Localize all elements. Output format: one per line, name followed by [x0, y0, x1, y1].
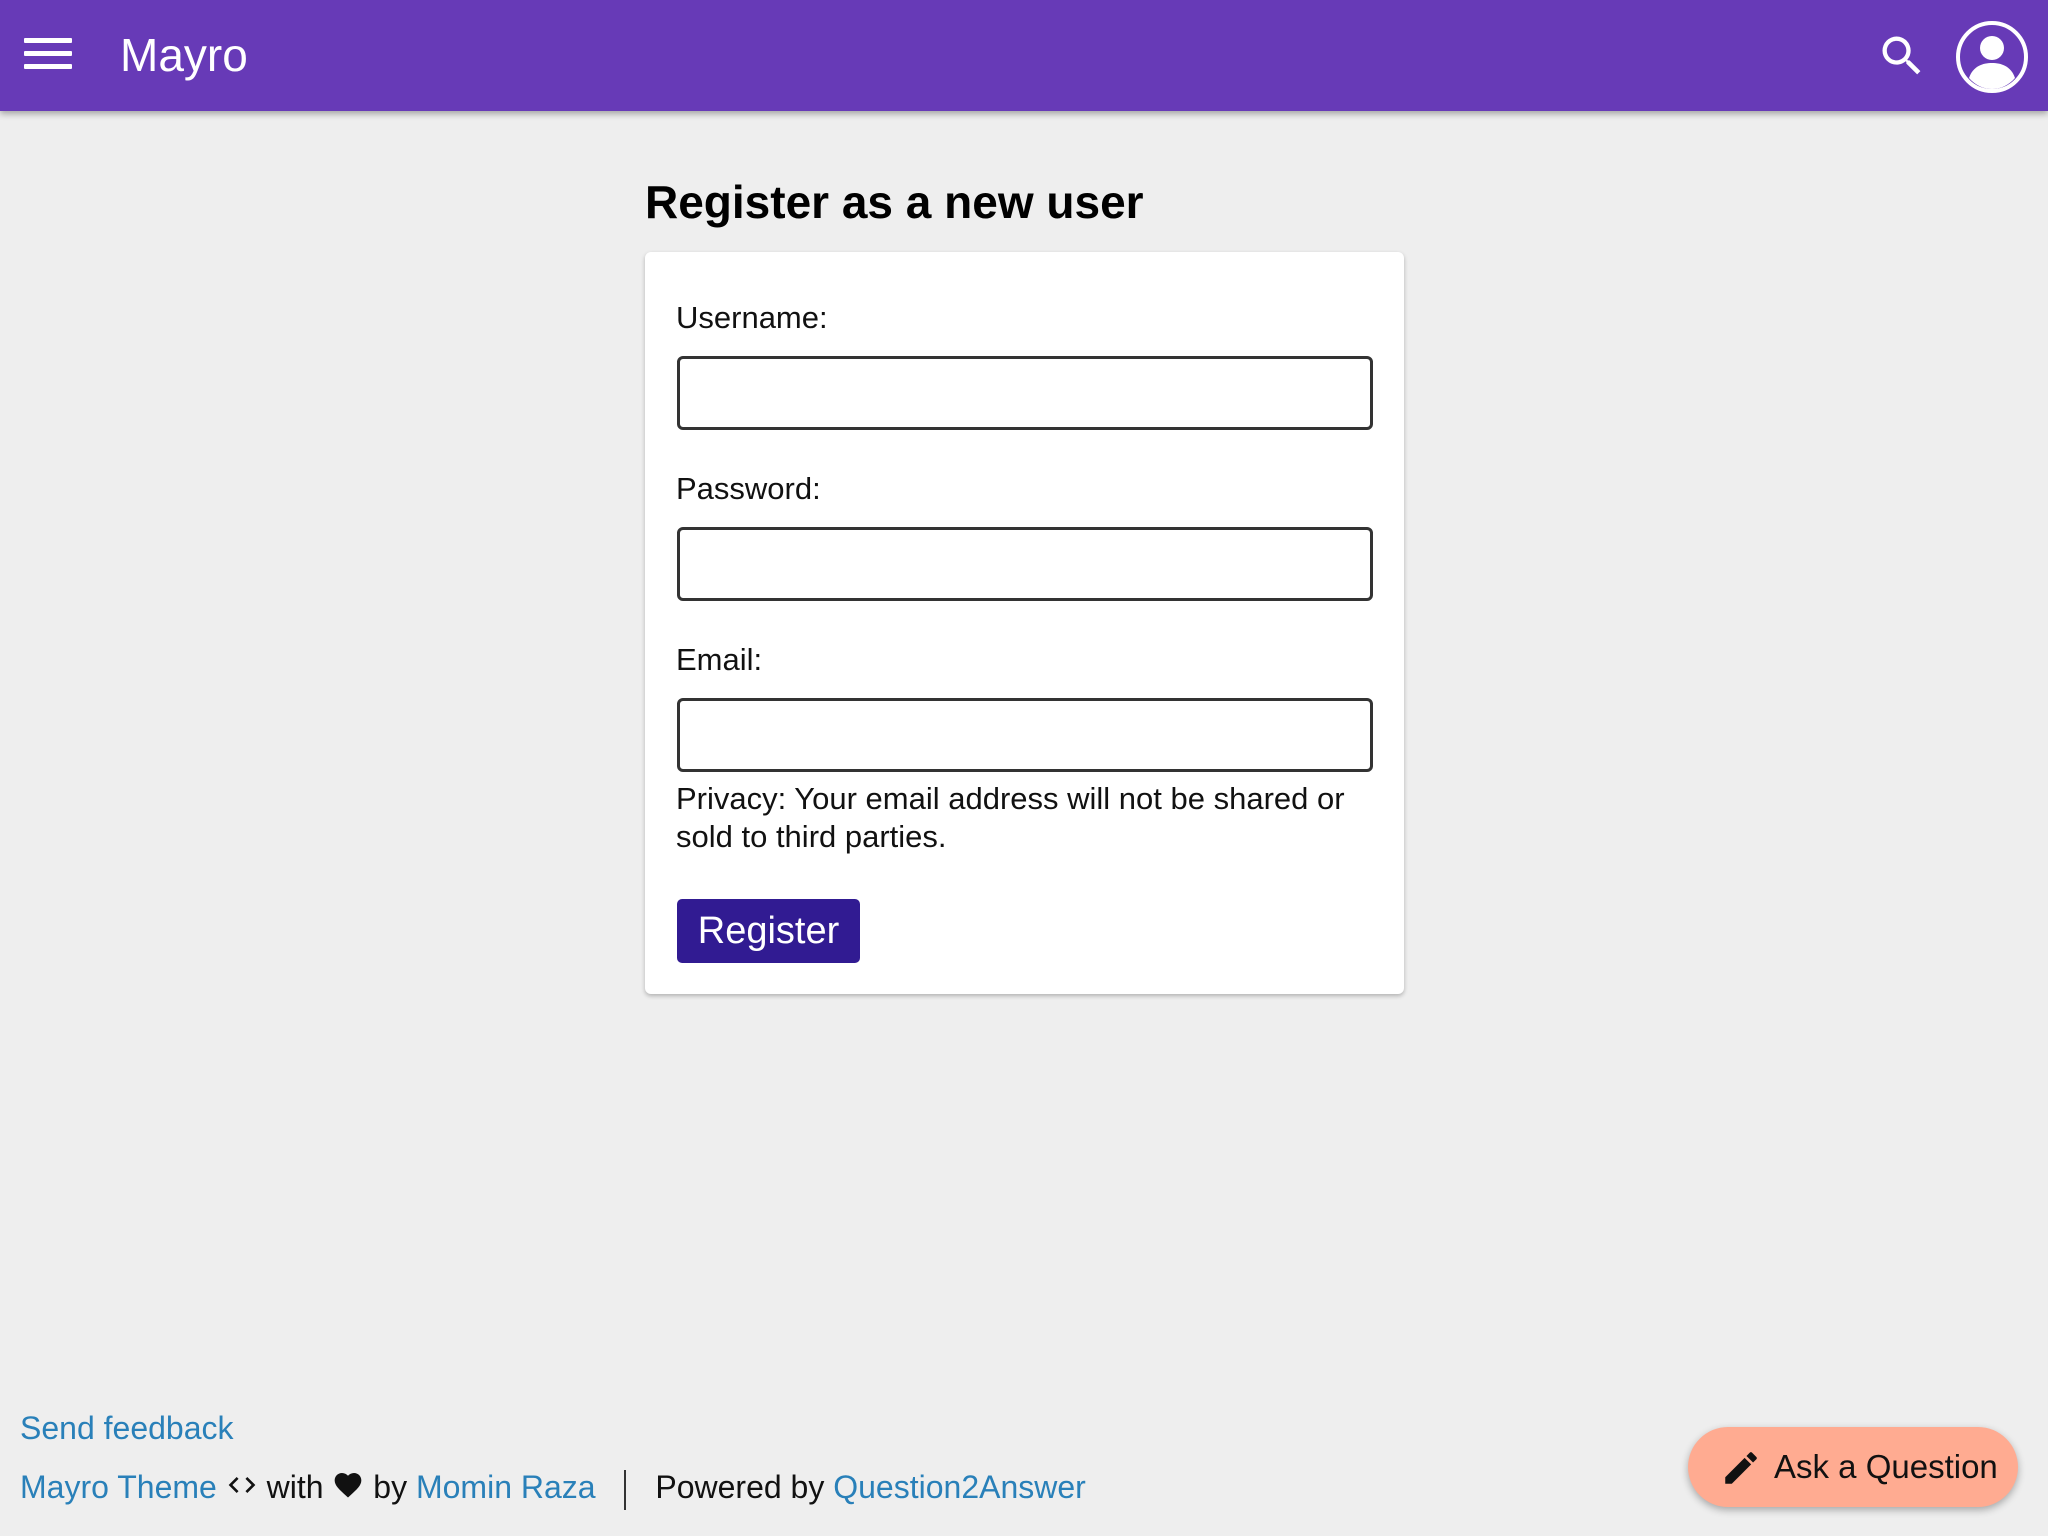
top-app-bar: Mayro — [0, 0, 2048, 111]
hamburger-menu-icon[interactable] — [24, 34, 74, 74]
email-field[interactable] — [677, 698, 1373, 772]
site-brand[interactable]: Mayro — [120, 22, 248, 88]
search-icon[interactable] — [1876, 30, 1928, 82]
ask-question-button[interactable]: Ask a Question — [1688, 1427, 2018, 1507]
powered-by-text: Powered by — [655, 1469, 825, 1505]
password-field[interactable] — [677, 527, 1373, 601]
page-title: Register as a new user — [645, 176, 1144, 228]
footer-feedback: Send feedback — [20, 1408, 234, 1448]
footer-credits: Mayro Theme with by Momin Raza Powered b… — [20, 1467, 1086, 1510]
by-text: by — [373, 1469, 408, 1505]
footer-divider — [624, 1469, 627, 1510]
author-link[interactable]: Momin Raza — [416, 1469, 596, 1505]
email-label: Email: — [676, 642, 763, 677]
theme-link[interactable]: Mayro Theme — [20, 1469, 217, 1505]
username-field[interactable] — [677, 356, 1373, 430]
password-label: Password: — [676, 471, 821, 506]
ask-question-label: Ask a Question — [1774, 1448, 1998, 1485]
code-brackets-icon — [226, 1469, 258, 1510]
heart-icon — [332, 1469, 364, 1510]
username-label: Username: — [676, 300, 828, 335]
registration-form: Username: Password: Email: Privacy: Your… — [645, 252, 1404, 994]
question2answer-link[interactable]: Question2Answer — [833, 1469, 1086, 1505]
pencil-icon — [1720, 1447, 1762, 1489]
account-circle-icon[interactable] — [1955, 20, 2029, 94]
with-text: with — [266, 1469, 324, 1505]
register-button[interactable]: Register — [677, 899, 860, 963]
privacy-note: Privacy: Your email address will not be … — [676, 781, 1345, 854]
send-feedback-link[interactable]: Send feedback — [20, 1410, 234, 1446]
